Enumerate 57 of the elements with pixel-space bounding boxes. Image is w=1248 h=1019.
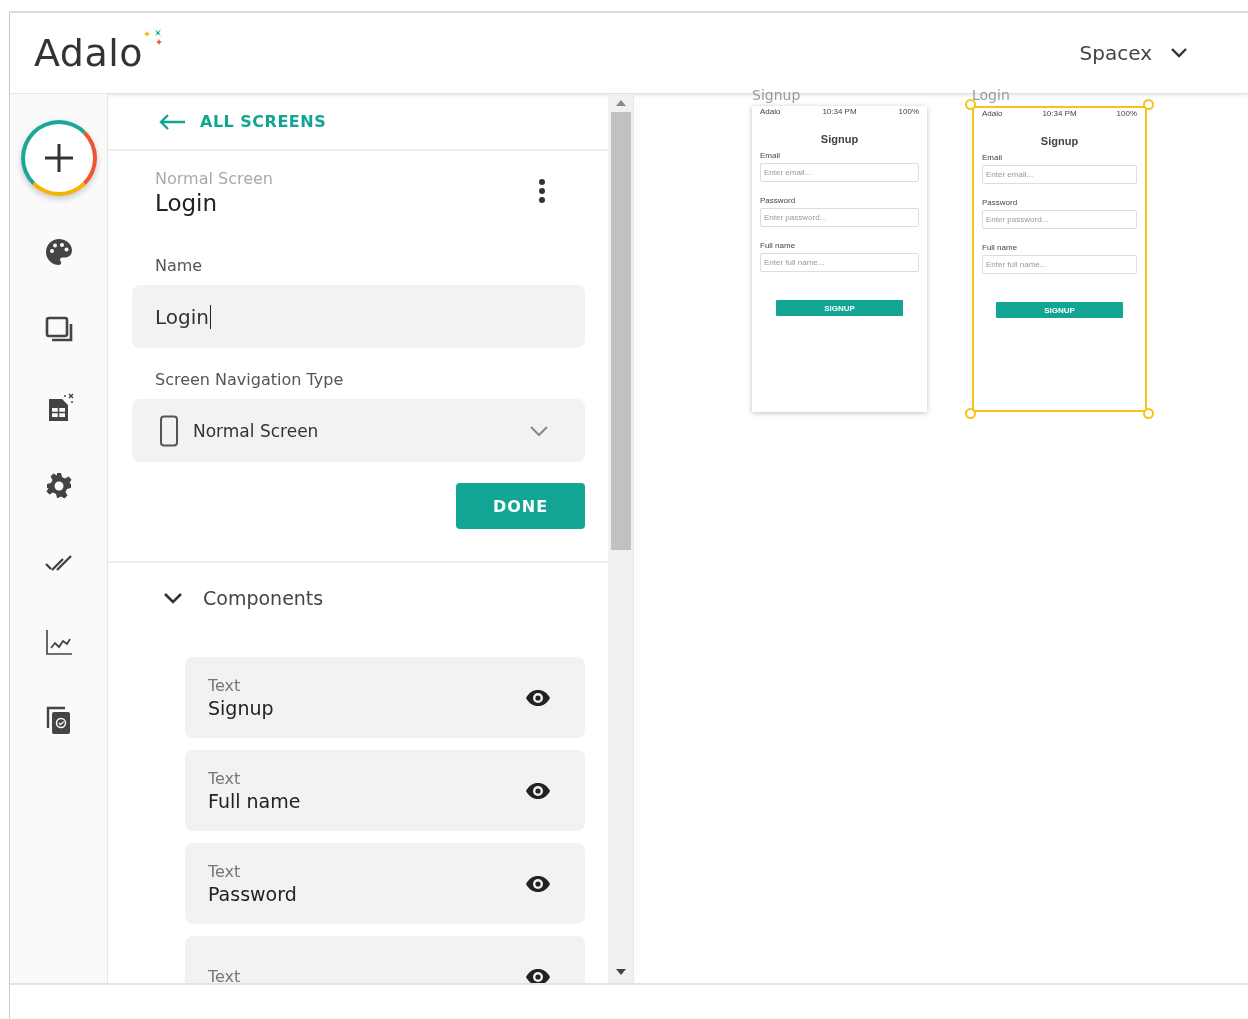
phone-screen-preview[interactable]: Adalo 10:34 PM 100% Signup Email Enter email... Password Enter password... Full name Enter full name... SIGNUP (972, 106, 1147, 412)
preview-input-field: Enter email... (760, 163, 919, 182)
preview-field-label: Email (760, 151, 781, 160)
scroll-up-icon[interactable] (615, 100, 626, 106)
status-time: 10:34 PM (822, 107, 857, 117)
preview-signup-button: SIGNUP (776, 300, 903, 316)
preview-field-label: Full name (982, 243, 1019, 252)
component-card[interactable]: Text Full name (185, 750, 585, 831)
component-card[interactable]: Text (185, 936, 585, 983)
preview-field-label: Password (982, 198, 1019, 207)
scrollbar[interactable] (608, 94, 633, 983)
adalo-logo: Adalo (34, 31, 164, 75)
eye-icon[interactable] (525, 688, 551, 707)
component-type: Text (208, 967, 241, 983)
phone-icon (159, 414, 179, 447)
preview-input-field: Enter password... (760, 208, 919, 227)
add-button[interactable] (20, 120, 97, 196)
preview-input-field: Enter full name... (760, 253, 919, 272)
chevron-down-icon (529, 424, 549, 437)
component-name: Full name (208, 790, 301, 812)
scroll-down-icon[interactable] (615, 969, 626, 975)
preview-input-field: Enter email... (982, 165, 1137, 184)
preview-signup-button: SIGNUP (996, 302, 1123, 318)
name-field[interactable]: Login (132, 285, 585, 348)
chevron-down-icon (1170, 47, 1188, 59)
component-name: Password (208, 883, 297, 905)
component-card[interactable]: Text Password (185, 843, 585, 924)
field-label: Name (154, 256, 204, 275)
component-type: Text (208, 676, 242, 695)
field-label: Screen Navigation Type (154, 370, 345, 389)
preview-input-field: Enter full name... (982, 255, 1137, 274)
preview-heading: Signup (819, 133, 860, 145)
eye-icon[interactable] (525, 781, 551, 800)
screen-type-label: Normal Screen (155, 169, 273, 188)
preview-field-label: Password (760, 196, 797, 205)
carrier-text: Adalo (760, 107, 781, 117)
component-name: Signup (208, 697, 274, 719)
battery-text: 100% (898, 107, 919, 117)
phone-screen-preview[interactable]: Adalo 10:34 PM 100% Signup Email Enter email... Password Enter password... Full name Enter full name... SIGNUP (752, 106, 927, 412)
component-type: Text (208, 769, 242, 788)
app-menu[interactable]: Spacex (1079, 35, 1188, 71)
back-arrow-icon (158, 112, 186, 131)
preview-heading: Signup (1039, 135, 1080, 147)
preview-field-label: Email (982, 153, 1003, 162)
battery-text: 100% (1116, 109, 1137, 119)
chevron-down-icon (163, 592, 183, 604)
carrier-text: Adalo (982, 109, 1003, 119)
eye-icon[interactable] (525, 874, 551, 893)
navigation-type-dropdown[interactable]: Normal Screen (132, 399, 585, 462)
component-type: Text (208, 862, 242, 881)
status-time: 10:34 PM (1042, 109, 1077, 119)
components-toggle[interactable]: Components (163, 587, 324, 609)
component-card[interactable]: Text Signup (185, 657, 585, 738)
eye-icon[interactable] (525, 967, 551, 983)
preview-field-label: Full name (760, 241, 797, 250)
screen-name: Login (155, 190, 219, 216)
preview-input-field: Enter password... (982, 210, 1137, 229)
